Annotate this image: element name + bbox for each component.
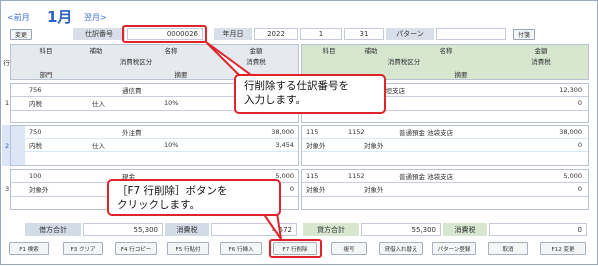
- bottom-callout-line1: ［F7 行削除］ボタンを: [117, 185, 228, 197]
- top-callout-pointer: [205, 41, 255, 76]
- top-callout: 行削除する仕訳番号を 入力します。: [234, 74, 386, 114]
- top-callout-line1: 行削除する仕訳番号を: [244, 80, 349, 92]
- callout-pointers: [205, 41, 282, 240]
- top-callout-line2: 入力します。: [244, 94, 306, 106]
- bottom-callout-pointer: [261, 212, 282, 240]
- journal-entry-window: <前月 1月 翌月> 変更 仕訳番号 0000026 年月日 2022 1 31…: [0, 0, 598, 265]
- bottom-callout-line2: クリックします。: [117, 199, 200, 211]
- bottom-callout: ［F7 行削除］ボタンを クリックします。: [107, 179, 281, 216]
